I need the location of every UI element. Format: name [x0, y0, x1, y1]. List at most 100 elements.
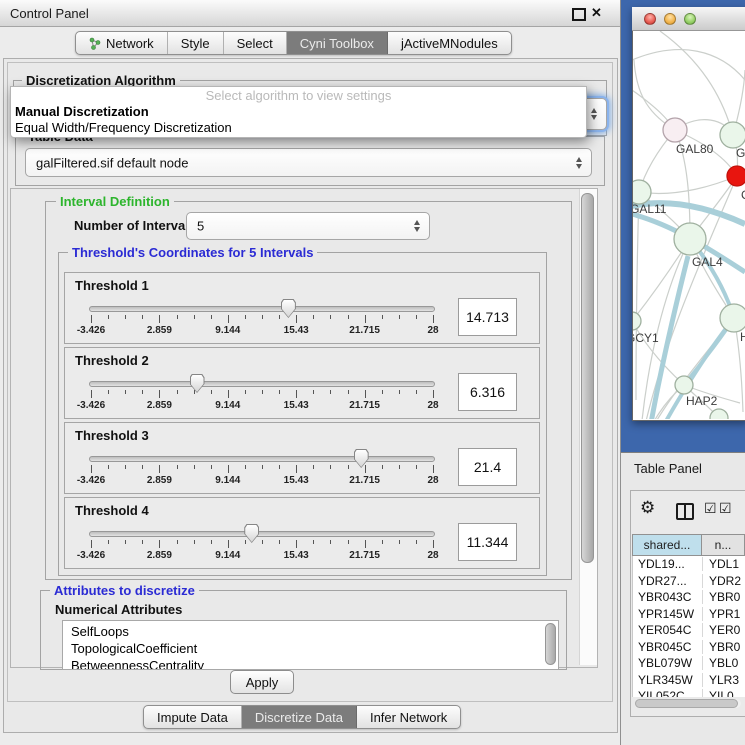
dropdown-option-manual-discretization[interactable]: Manual Discretization	[11, 104, 586, 120]
tab-discretize-data[interactable]: Discretize Data	[242, 706, 357, 728]
table-row[interactable]: YBR043CYBR0	[633, 589, 745, 606]
table-data-combobox[interactable]: galFiltered.sif default node	[25, 148, 592, 177]
slider-tick-label: 15.43	[284, 475, 309, 486]
tab-impute-data[interactable]: Impute Data	[144, 706, 242, 728]
slider-tick	[348, 465, 349, 469]
checkbox-icon[interactable]: ☑	[719, 501, 732, 515]
list-scrollbar-thumb[interactable]	[545, 623, 556, 665]
tab-label: Cyni Toolbox	[300, 36, 374, 51]
network-node-h[interactable]	[720, 304, 745, 332]
tab-select[interactable]: Select	[224, 32, 287, 54]
gear-icon[interactable]: ⚙	[640, 499, 655, 516]
dropdown-placeholder: Select algorithm to view settings	[11, 87, 586, 104]
list-item-betweennesscentrality[interactable]: BetweennessCentrality	[63, 657, 558, 670]
minimize-traffic-light-icon[interactable]	[664, 13, 676, 25]
dropdown-option-equal-width-frequency-discretization[interactable]: Equal Width/Frequency Discretization	[11, 120, 586, 136]
slider-tick-label: 28	[427, 475, 438, 486]
table-row[interactable]: YDL19...YDL1	[633, 556, 745, 573]
tab-cyni-toolbox[interactable]: Cyni Toolbox	[287, 32, 388, 54]
threshold-3-slider-track[interactable]	[89, 456, 435, 462]
slider-tick	[433, 315, 434, 323]
slider-tick	[262, 315, 263, 319]
network-node-gal11[interactable]	[633, 180, 651, 204]
network-node[interactable]	[710, 409, 728, 419]
threshold-4-slider-track[interactable]	[89, 531, 435, 537]
tab-network[interactable]: Network	[76, 32, 168, 54]
tab-jactivemnodules[interactable]: jActiveMNodules	[388, 32, 511, 54]
threshold-3-panel: Threshold 3-3.4262.8599.14415.4321.71528…	[64, 422, 540, 494]
threshold-3-slider-thumb[interactable]	[354, 449, 369, 468]
table-row[interactable]: YBL079WYBL0	[633, 655, 745, 672]
slider-tick	[382, 390, 383, 394]
vertical-scrollbar-thumb[interactable]	[581, 193, 594, 563]
number-of-intervals-value: 5	[197, 219, 204, 234]
slider-tick	[177, 315, 178, 319]
list-item-selfloops[interactable]: SelfLoops	[63, 623, 558, 640]
table-row[interactable]: YDR27...YDR2	[633, 573, 745, 590]
table-row[interactable]: YER054CYER0	[633, 622, 745, 639]
table-row[interactable]: YPR145WYPR1	[633, 606, 745, 623]
slider-tick	[194, 540, 195, 544]
slider-tick-label: 21.715	[349, 550, 380, 561]
slider-tick-label: -3.426	[77, 325, 105, 336]
slider-tick	[245, 540, 246, 544]
threshold-1-value-field[interactable]: 14.713	[458, 298, 517, 336]
slider-tick	[125, 315, 126, 319]
float-window-icon[interactable]	[572, 8, 586, 21]
network-node-c[interactable]	[727, 166, 745, 186]
table-row[interactable]: YBR045CYBR0	[633, 639, 745, 656]
control-panel-titlebar[interactable]	[0, 0, 620, 27]
threshold-2-slider-track[interactable]	[89, 381, 435, 387]
network-node-hap2[interactable]	[675, 376, 693, 394]
slider-tick	[296, 390, 297, 398]
zoom-traffic-light-icon[interactable]	[684, 13, 696, 25]
threshold-label: Threshold 4	[75, 503, 149, 518]
threshold-1-slider-track[interactable]	[89, 306, 435, 312]
threshold-3-value-field[interactable]: 21.4	[458, 448, 517, 486]
network-node-gal4[interactable]	[674, 223, 706, 255]
close-traffic-light-icon[interactable]	[644, 13, 656, 25]
threshold-label: Threshold 2	[75, 353, 149, 368]
slider-tick-label: 21.715	[349, 400, 380, 411]
column-header-shared[interactable]: shared...	[632, 534, 702, 556]
split-columns-icon[interactable]	[676, 503, 694, 520]
cell-shared-name: YPR145W	[633, 607, 703, 621]
network-node-gal80[interactable]	[663, 118, 687, 142]
slider-tick	[245, 315, 246, 319]
node-label: GA	[736, 146, 745, 160]
apply-button[interactable]: Apply	[230, 670, 294, 694]
combo-stepper-icon	[414, 220, 421, 232]
slider-tick	[142, 540, 143, 544]
tab-style[interactable]: Style	[168, 32, 224, 54]
threshold-2-value-field[interactable]: 6.316	[458, 373, 517, 411]
tab-infer-network[interactable]: Infer Network	[357, 706, 460, 728]
network-node-gcy1[interactable]	[633, 312, 641, 330]
cell-shared-name: YLR345W	[633, 673, 703, 687]
slider-tick	[108, 315, 109, 319]
threshold-1-slider-thumb[interactable]	[281, 299, 296, 318]
slider-tick	[433, 390, 434, 398]
slider-tick	[245, 465, 246, 469]
threshold-label: Threshold 3	[75, 428, 149, 443]
close-icon[interactable]: ✕	[591, 5, 602, 21]
horizontal-scrollbar-thumb[interactable]	[635, 699, 738, 708]
control-panel-tabs: NetworkStyleSelect Cyni Toolbox jActiveMNo…	[75, 31, 512, 55]
list-item-topologicalcoefficient[interactable]: TopologicalCoefficient	[63, 640, 558, 657]
table-row[interactable]: YIL052CYIL0	[633, 688, 745, 697]
network-node-ga[interactable]	[720, 122, 745, 148]
number-of-intervals-label: Number of Intervals	[74, 218, 196, 233]
checkbox-icon[interactable]: ☑	[704, 501, 717, 515]
slider-tick	[142, 390, 143, 394]
cyni-mode-tabs: Impute DataDiscretize DataInfer Network	[143, 705, 461, 729]
threshold-4-slider-thumb[interactable]	[244, 524, 259, 543]
slider-tick	[313, 390, 314, 394]
column-header-n[interactable]: n...	[702, 534, 745, 556]
table-row[interactable]: YLR345WYLR3	[633, 672, 745, 689]
threshold-label: Threshold 1	[75, 278, 149, 293]
network-canvas[interactable]: GAL80GACGAL11GAL4GCY1HHAP2	[633, 31, 745, 419]
number-of-intervals-combobox[interactable]: 5	[186, 212, 430, 240]
slider-tick	[313, 540, 314, 544]
threshold-4-value-field[interactable]: 11.344	[458, 523, 517, 561]
slider-tick-label: 15.43	[284, 550, 309, 561]
threshold-2-slider-thumb[interactable]	[190, 374, 205, 393]
